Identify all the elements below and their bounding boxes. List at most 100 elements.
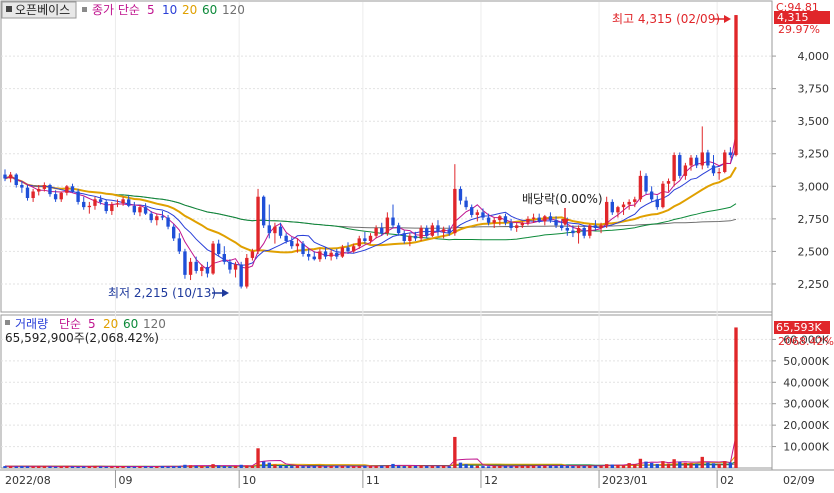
volume-bar — [121, 466, 125, 468]
candle-body — [205, 267, 210, 274]
volume-bar — [290, 466, 294, 468]
candle-body — [273, 226, 277, 234]
candle-body — [475, 212, 480, 215]
x-tick-label: 02 — [720, 474, 734, 487]
candle-body — [425, 227, 429, 236]
volume-bar — [638, 458, 643, 468]
volume-bar — [610, 464, 614, 468]
candle-body — [711, 165, 716, 174]
legend-square-icon — [82, 7, 87, 12]
candle-body — [470, 207, 474, 215]
candle-body — [610, 201, 614, 213]
volume-bar — [93, 466, 97, 468]
candle-body — [233, 264, 238, 270]
candle-body — [419, 227, 423, 239]
volume-bar — [115, 466, 120, 468]
volume-bar — [470, 465, 474, 468]
volume-bar — [256, 448, 260, 468]
candle-body — [734, 15, 738, 156]
volume-bar — [616, 465, 620, 468]
volume-bar — [82, 466, 86, 468]
volume-bar — [515, 466, 519, 468]
volume-bar — [413, 465, 418, 468]
volume-bar — [689, 463, 693, 468]
volume-bar — [363, 465, 367, 468]
price-tick-label: 2,250 — [798, 278, 830, 291]
volume-bar — [31, 466, 35, 468]
volume-ma-5: 5 — [88, 317, 96, 331]
price-y-axis: 4,000 3,750 3,500 3,250 3,000 2,750 2,500 2,250 — [772, 50, 829, 291]
volume-bar — [65, 466, 69, 468]
candle-body — [351, 246, 356, 252]
volume-bar — [498, 465, 502, 468]
volume-bar — [132, 466, 137, 468]
candle-body — [261, 196, 266, 226]
candle-body — [554, 220, 558, 226]
candle-body — [194, 261, 198, 271]
candle-body — [245, 257, 249, 287]
volume-bar — [188, 465, 193, 468]
volume-bar — [717, 463, 721, 468]
candle-body — [160, 216, 165, 218]
candle-body — [121, 199, 125, 204]
volume-bar — [368, 466, 373, 468]
ma-period-5: 5 — [147, 3, 155, 17]
volume-bar — [76, 466, 80, 468]
candle-body — [402, 233, 406, 241]
candle-body — [728, 152, 733, 156]
candle-body — [267, 225, 271, 234]
candle-body — [604, 201, 609, 226]
volume-bar — [104, 466, 108, 468]
volume-bar — [734, 327, 738, 468]
volume-bar — [267, 462, 271, 468]
candle-body — [627, 201, 631, 205]
volume-tick-label: 30,000K — [783, 398, 829, 411]
volume-bar — [554, 466, 558, 468]
volume-bar — [245, 465, 249, 468]
candle-body — [380, 227, 384, 234]
candle-body — [216, 243, 221, 255]
candle-body — [98, 199, 103, 202]
ma-period-120: 120 — [222, 3, 245, 17]
candle-body — [357, 238, 361, 247]
chart-canvas[interactable]: 4,000 3,750 3,500 3,250 3,000 2,750 2,500 2,250… — [0, 0, 834, 489]
volume-bar — [127, 466, 131, 468]
price-badges: C:94.81 4,315 29.97% — [774, 1, 830, 36]
candle-body — [211, 243, 215, 274]
volume-bar — [453, 436, 457, 468]
candle-body — [621, 204, 626, 208]
volume-bar — [194, 465, 198, 468]
volume-tick-label: 50,000K — [783, 355, 829, 368]
candle-body — [323, 251, 328, 257]
volume-bar — [211, 464, 215, 468]
candle-body — [104, 201, 108, 212]
candle-body — [127, 199, 131, 206]
price-tick-label: 3,000 — [798, 180, 830, 193]
x-tick-label: 09 — [118, 474, 132, 487]
candle-body — [301, 243, 305, 255]
volume-bar — [559, 465, 564, 468]
price-tick-label: 2,500 — [798, 245, 830, 258]
volume-bar — [87, 466, 92, 468]
volume-bar — [548, 465, 553, 468]
volume-bar — [593, 465, 598, 468]
candle-body — [706, 152, 710, 166]
candle-body — [31, 191, 35, 199]
candle-body — [683, 165, 688, 176]
x-axis: 2022/08 09 10 11 12 2023/01 02 02/09 — [5, 470, 815, 488]
x-tick-label: 2023/01 — [602, 474, 648, 487]
volume-bar — [492, 466, 496, 468]
volume-bar — [25, 466, 30, 468]
volume-badges: 65,593K 2068.42% — [774, 321, 834, 348]
ma-label: 종가 단순 — [92, 3, 140, 17]
candle-body — [644, 175, 648, 192]
volume-bar — [312, 466, 316, 468]
volume-bar — [571, 466, 575, 468]
candle-body — [694, 157, 699, 166]
volume-ma-label: 단순 — [59, 317, 81, 331]
volume-bar — [351, 466, 356, 468]
volume-bar — [340, 466, 345, 468]
ma-period-20: 20 — [182, 3, 197, 17]
candle-body — [374, 227, 378, 236]
volume-tick-label: 10,000K — [783, 441, 829, 454]
